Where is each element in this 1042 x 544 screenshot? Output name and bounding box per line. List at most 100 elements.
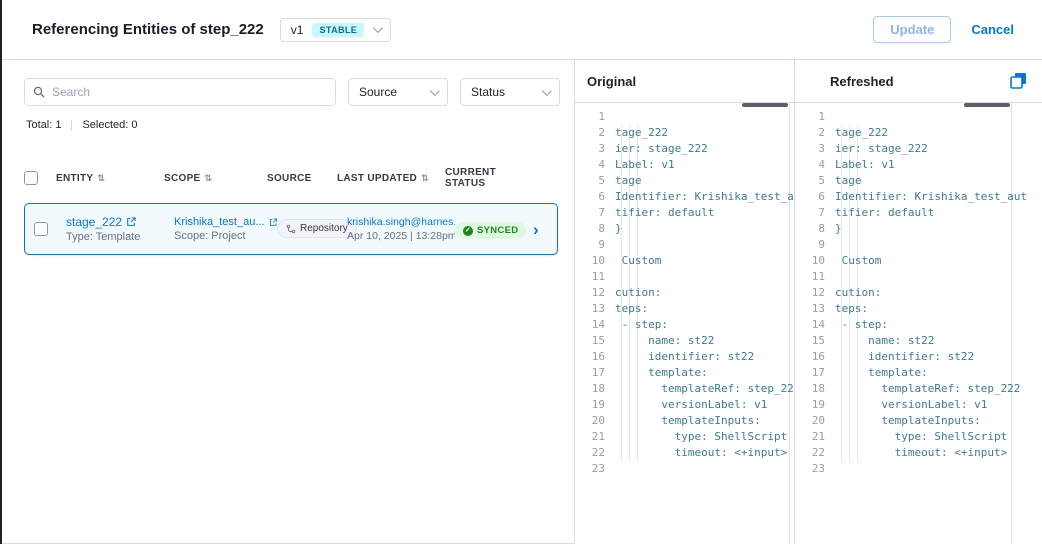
code-line: 12cution: <box>795 285 1042 301</box>
search-input[interactable] <box>52 85 327 99</box>
code-line: 11 <box>795 269 1042 285</box>
table-row[interactable]: stage_222 Type: Template Krishika_test_a… <box>24 203 558 255</box>
line-number: 12 <box>795 285 835 301</box>
line-number: 15 <box>795 333 835 349</box>
code-text: ier: stage_222 <box>615 141 708 157</box>
code-line: 16 identifier: st22 <box>795 349 1042 365</box>
line-number: 13 <box>575 301 615 317</box>
code-line: 9 <box>575 237 794 253</box>
status-filter-label: Status <box>471 85 505 99</box>
line-number: 20 <box>575 413 615 429</box>
total-count: Total: 1 <box>26 119 61 131</box>
code-text: type: ShellScript <box>615 429 787 445</box>
code-text: versionLabel: v1 <box>615 397 767 413</box>
update-button[interactable]: Update <box>873 16 951 43</box>
cancel-button[interactable]: Cancel <box>967 17 1018 42</box>
search-icon <box>33 86 45 98</box>
line-number: 3 <box>575 141 615 157</box>
code-line: 1 <box>795 109 1042 125</box>
code-line: 23 <box>575 461 794 477</box>
line-number: 1 <box>795 109 835 125</box>
repository-icon <box>286 224 296 234</box>
line-number: 7 <box>575 205 615 221</box>
chevron-down-icon <box>542 86 552 96</box>
refreshed-header: Refreshed <box>795 60 1042 103</box>
horizontal-scrollbar[interactable] <box>742 103 788 107</box>
code-line: 21 type: ShellScript <box>575 429 794 445</box>
status-filter-dropdown[interactable]: Status <box>460 78 560 106</box>
line-number: 1 <box>575 109 615 125</box>
code-text: name: st22 <box>615 333 714 349</box>
table-header: ENTITY ⇅ SCOPE ⇅ SOURCE LAST UPDATED ⇅ C… <box>24 167 558 189</box>
code-line: 13teps: <box>795 301 1042 317</box>
code-text: timeout: <+input> <box>615 445 787 461</box>
code-line: 8} <box>575 221 794 237</box>
chevron-down-icon <box>430 86 440 96</box>
line-number: 13 <box>795 301 835 317</box>
code-line: 20 templateInputs: <box>795 413 1042 429</box>
scope-link[interactable]: Krishika_test_au... <box>174 216 277 228</box>
horizontal-scrollbar[interactable] <box>964 103 1010 107</box>
selected-count: Selected: 0 <box>82 119 137 131</box>
select-all-checkbox[interactable] <box>24 171 38 185</box>
code-text: tage <box>615 173 642 189</box>
chevron-down-icon <box>373 23 383 33</box>
line-number: 19 <box>575 397 615 413</box>
original-header: Original <box>575 60 794 103</box>
divider <box>71 120 72 131</box>
entity-list-panel: Source Status Total: 1 Selected: 0 ENTIT… <box>2 60 575 544</box>
refreshed-code-editor[interactable]: 1 2tage_222 3ier: stage_222 4Label: v1 5… <box>795 103 1042 544</box>
line-number: 16 <box>795 349 835 365</box>
code-line: 17 template: <box>795 365 1042 381</box>
summary-row: Total: 1 Selected: 0 <box>2 119 574 131</box>
copy-icon[interactable] <box>1010 72 1027 89</box>
code-line: 7tifier: default <box>575 205 794 221</box>
code-line: 19 versionLabel: v1 <box>795 397 1042 413</box>
updated-by: krishika.singh@harnes... <box>347 216 455 228</box>
line-number: 9 <box>575 237 615 253</box>
entity-type: Type: Template <box>66 231 174 243</box>
last-updated-cell: krishika.singh@harnes... Apr 10, 2025 | … <box>347 216 455 242</box>
row-checkbox[interactable] <box>34 222 48 236</box>
line-number: 18 <box>795 381 835 397</box>
code-text: tage_222 <box>835 125 888 141</box>
code-text: tifier: default <box>615 205 714 221</box>
code-text: identifier: st22 <box>835 349 974 365</box>
status-badge: ✓ SYNCED <box>455 222 526 239</box>
code-line: 2tage_222 <box>795 125 1042 141</box>
line-number: 8 <box>795 221 835 237</box>
external-link-icon <box>126 217 136 227</box>
sort-icon[interactable]: ⇅ <box>421 173 429 184</box>
entity-link[interactable]: stage_222 <box>66 215 174 229</box>
code-line: 18 templateRef: step_222 <box>575 381 794 397</box>
check-icon: ✓ <box>463 226 473 236</box>
version-status-badge: STABLE <box>312 23 364 37</box>
line-number: 5 <box>575 173 615 189</box>
code-line: 5tage <box>795 173 1042 189</box>
code-text: cution: <box>835 285 881 301</box>
code-text: Label: v1 <box>835 157 895 173</box>
code-text: identifier: st22 <box>615 349 754 365</box>
code-line: 1 <box>575 109 794 125</box>
row-expand-chevron[interactable]: › <box>533 221 557 238</box>
source-filter-dropdown[interactable]: Source <box>348 78 448 106</box>
line-number: 17 <box>575 365 615 381</box>
line-number: 10 <box>575 253 615 269</box>
code-line: 13teps: <box>575 301 794 317</box>
source-filter-label: Source <box>359 85 397 99</box>
code-text: template: <box>615 365 708 381</box>
version-select[interactable]: v1 STABLE <box>280 18 391 42</box>
sort-icon[interactable]: ⇅ <box>97 173 105 184</box>
sort-icon[interactable]: ⇅ <box>205 173 213 184</box>
line-number: 5 <box>795 173 835 189</box>
code-text: name: st22 <box>835 333 934 349</box>
code-line: 2tage_222 <box>575 125 794 141</box>
code-line: 10 Custom <box>795 253 1042 269</box>
line-number: 6 <box>575 189 615 205</box>
original-panel: Original 1 2tage_222 3ier: stage_222 <box>575 60 795 544</box>
search-box[interactable] <box>24 78 336 106</box>
original-code-editor[interactable]: 1 2tage_222 3ier: stage_222 4Label: v1 5… <box>575 103 794 544</box>
line-number: 8 <box>575 221 615 237</box>
code-line: 11 <box>575 269 794 285</box>
code-text: tifier: default <box>835 205 934 221</box>
